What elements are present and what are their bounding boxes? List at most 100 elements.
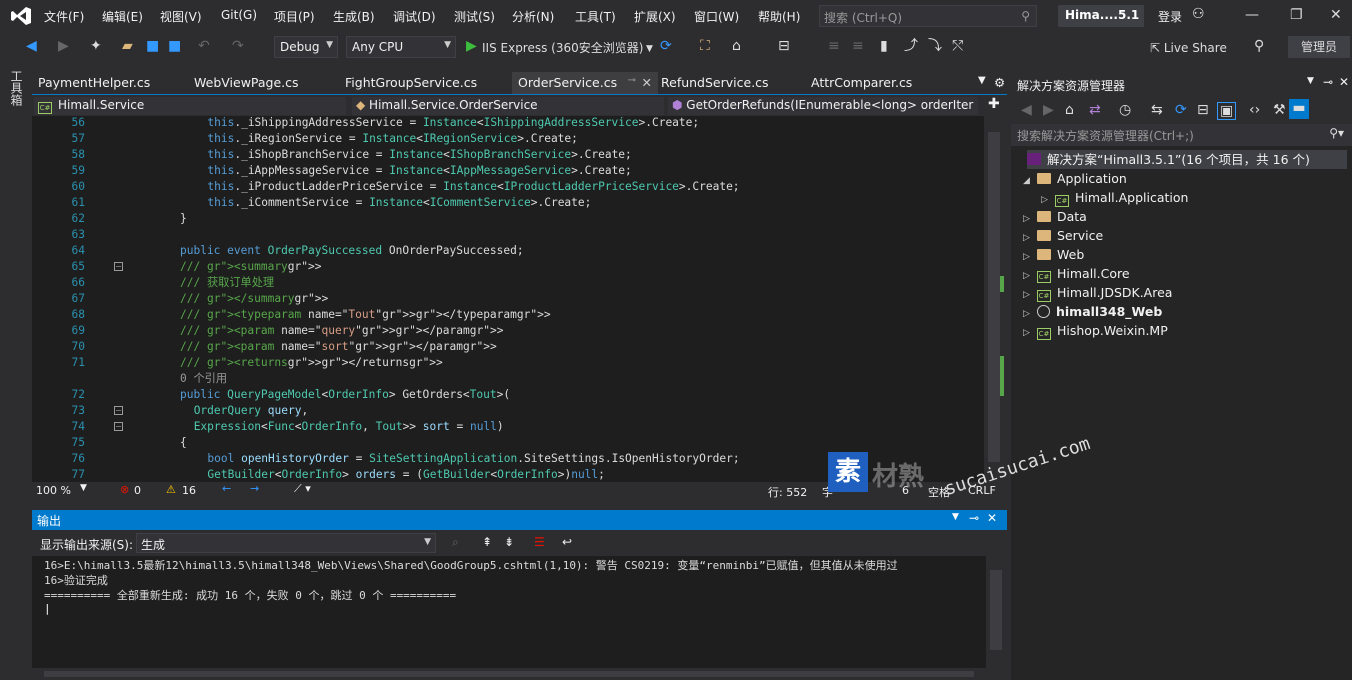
uncomment-icon[interactable]: ≡ bbox=[852, 38, 864, 54]
view-code-icon[interactable]: ‹› bbox=[1249, 102, 1260, 118]
zoom-select[interactable]: 100 % bbox=[36, 484, 71, 497]
menu-item[interactable]: 工具(T) bbox=[575, 8, 616, 25]
warning-count[interactable]: 16 bbox=[182, 484, 196, 497]
warning-icon[interactable]: ⚠ bbox=[166, 483, 176, 496]
menu-item[interactable]: Git(G) bbox=[221, 8, 257, 22]
comment-icon[interactable]: ≡ bbox=[828, 38, 840, 54]
expand-arrow-icon[interactable]: ▷ bbox=[1023, 324, 1037, 343]
undo-icon[interactable]: ↶ bbox=[198, 38, 210, 54]
preview-icon[interactable]: ▬ bbox=[1289, 99, 1309, 119]
menu-item[interactable]: 扩展(X) bbox=[634, 8, 676, 25]
open-folder-icon[interactable]: ▰ bbox=[122, 38, 133, 54]
minimize-icon[interactable]: — bbox=[1245, 7, 1259, 23]
tree-item-himall-core[interactable]: ▷ C# Himall.Core bbox=[1023, 264, 1130, 283]
pin-icon[interactable]: ⊸ bbox=[969, 511, 979, 525]
member-dropdown[interactable]: ⬢ GetOrderRefunds(IEnumerable<long> orde… bbox=[668, 97, 978, 115]
new-project-icon[interactable]: ✦ bbox=[90, 38, 102, 54]
menu-item[interactable]: 调试(D) bbox=[393, 8, 436, 25]
account-icon[interactable]: ⚇ bbox=[1192, 6, 1205, 22]
redo-icon[interactable]: ↷ bbox=[232, 38, 244, 54]
chevron-down-icon[interactable]: ▼ bbox=[80, 483, 87, 493]
tree-item-himall348-web[interactable]: ▷ himall348_Web bbox=[1023, 302, 1162, 321]
pin-icon[interactable]: ⊸ bbox=[628, 75, 636, 86]
menu-item[interactable]: 测试(S) bbox=[454, 8, 495, 25]
home-icon[interactable]: ⌂ bbox=[1065, 102, 1074, 118]
platform-select[interactable]: Any CPU ▼ bbox=[346, 36, 456, 58]
prev-message-icon[interactable]: ⇞ bbox=[482, 535, 492, 549]
toolbox-tab[interactable]: 工具箱 bbox=[8, 70, 25, 106]
refresh-icon[interactable]: ⟳ bbox=[1175, 102, 1187, 118]
tree-item-web[interactable]: ▷ Web bbox=[1023, 245, 1084, 264]
forward-icon[interactable]: ▶ bbox=[1043, 102, 1054, 118]
clear-bookmarks-icon[interactable]: ⤲ bbox=[952, 38, 963, 54]
scroll-thumb[interactable] bbox=[44, 671, 974, 677]
forward-icon[interactable]: ▶ bbox=[58, 38, 69, 54]
clear-all-icon[interactable]: ☰ bbox=[534, 535, 545, 549]
error-count[interactable]: 0 bbox=[134, 484, 141, 497]
menu-item[interactable]: 文件(F) bbox=[44, 8, 84, 25]
chevron-down-icon[interactable]: ▼ bbox=[952, 512, 959, 522]
menu-item[interactable]: 编辑(E) bbox=[102, 8, 143, 25]
pending-changes-icon[interactable]: ◷ bbox=[1119, 102, 1131, 118]
scroll-thumb[interactable] bbox=[990, 570, 1002, 650]
properties-icon[interactable]: ⚒ bbox=[1273, 102, 1286, 118]
next-bookmark-icon[interactable]: ⤵ bbox=[928, 38, 942, 54]
menu-item[interactable]: 视图(V) bbox=[160, 8, 202, 25]
scroll-thumb[interactable] bbox=[988, 132, 1000, 462]
pin-icon[interactable]: ⊸ bbox=[1323, 75, 1333, 89]
split-add-icon[interactable]: ✚ bbox=[988, 96, 1000, 112]
show-all-files-icon[interactable]: ▣ bbox=[1217, 102, 1237, 120]
output-text[interactable]: 16>E:\himall3.5最新12\himall3.5\himall348_… bbox=[32, 556, 986, 668]
chevron-down-icon[interactable]: ▼ bbox=[1307, 76, 1314, 86]
sync-icon[interactable]: ⇆ bbox=[1151, 102, 1163, 118]
back-icon[interactable]: ◀ bbox=[1021, 102, 1032, 118]
run-target-button[interactable]: IIS Express (360安全浏览器) bbox=[482, 40, 643, 56]
error-icon[interactable]: ⊗ bbox=[120, 483, 129, 496]
tab-fightgroupservice[interactable]: FightGroupService.cs bbox=[339, 72, 483, 94]
class-dropdown[interactable]: ◆ Himall.Service.OrderService bbox=[352, 97, 664, 115]
next-message-icon[interactable]: ⇟ bbox=[504, 535, 514, 549]
home-icon[interactable]: ⌂ bbox=[732, 38, 741, 54]
align-icon[interactable]: ⊟ bbox=[778, 38, 790, 54]
collapse-icon[interactable]: − bbox=[114, 422, 123, 431]
collapse-icon[interactable]: − bbox=[114, 262, 123, 271]
tab-orderservice[interactable]: OrderService.cs ⊸ ✕ bbox=[512, 72, 658, 94]
refresh-icon[interactable]: ⟳ bbox=[660, 38, 672, 54]
tree-item-application[interactable]: ◢ Application bbox=[1023, 169, 1127, 188]
restore-icon[interactable]: ❐ bbox=[1290, 7, 1303, 23]
expanded-arrow-icon[interactable]: ◢ bbox=[1023, 172, 1037, 191]
bookmark-icon[interactable]: ▮ bbox=[880, 38, 888, 54]
collapse-icon[interactable]: − bbox=[114, 406, 123, 415]
tree-item-himall-jdsdk-area[interactable]: ▷ C# Himall.JDSDK.Area bbox=[1023, 283, 1172, 302]
tab-attrcomparer[interactable]: AttrComparer.cs bbox=[805, 72, 918, 94]
solution-root[interactable]: 解决方案“Himall3.5.1”(16 个项目，共 16 个) bbox=[1027, 150, 1347, 169]
live-share-button[interactable]: ⇱ Live Share bbox=[1150, 40, 1227, 56]
prev-issue-icon[interactable]: ← bbox=[222, 482, 231, 495]
output-source-select[interactable]: 生成 ▼ bbox=[136, 533, 436, 553]
collapse-all-icon[interactable]: ⊟ bbox=[1197, 102, 1209, 118]
menu-item[interactable]: 生成(B) bbox=[333, 8, 375, 25]
settings-gear-icon[interactable]: ⚙ bbox=[988, 72, 1011, 94]
menu-item[interactable]: 帮助(H) bbox=[758, 8, 800, 25]
menu-item[interactable]: 分析(N) bbox=[512, 8, 554, 25]
close-window-icon[interactable]: ✕ bbox=[1330, 7, 1342, 23]
tree-item-hishop-weixin-mp[interactable]: ▷ C# Hishop.Weixin.MP bbox=[1023, 321, 1168, 340]
next-issue-icon[interactable]: → bbox=[250, 482, 259, 495]
output-hscrollbar[interactable] bbox=[32, 668, 986, 680]
close-tab-icon[interactable]: ✕ bbox=[642, 75, 652, 90]
feedback-icon[interactable]: ⚲ bbox=[1254, 38, 1264, 54]
solution-search-input[interactable]: 搜索解决方案资源管理器(Ctrl+;) ⚲▾ bbox=[1011, 124, 1352, 146]
save-icon[interactable]: ■ bbox=[146, 38, 159, 54]
configuration-select[interactable]: Debug ▼ bbox=[274, 36, 338, 58]
back-icon[interactable]: ◀ bbox=[26, 38, 37, 54]
tab-paymenthelper[interactable]: PaymentHelper.cs bbox=[32, 72, 156, 94]
brush-icon[interactable]: ⟋ ▾ bbox=[294, 482, 311, 496]
browser-link-icon[interactable]: ⛶ bbox=[700, 38, 710, 54]
find-icon[interactable]: ⌕ bbox=[452, 535, 459, 550]
prev-bookmark-icon[interactable]: ⤴ bbox=[904, 38, 918, 54]
tree-item-himall-application[interactable]: ▷ C# Himall.Application bbox=[1041, 188, 1188, 207]
menu-item[interactable]: 窗口(W) bbox=[694, 8, 739, 25]
search-input[interactable]: 搜索 (Ctrl+Q) ⚲ bbox=[819, 5, 1037, 27]
save-all-icon[interactable]: ■ bbox=[168, 38, 181, 54]
run-icon[interactable]: ▶ bbox=[466, 38, 477, 54]
